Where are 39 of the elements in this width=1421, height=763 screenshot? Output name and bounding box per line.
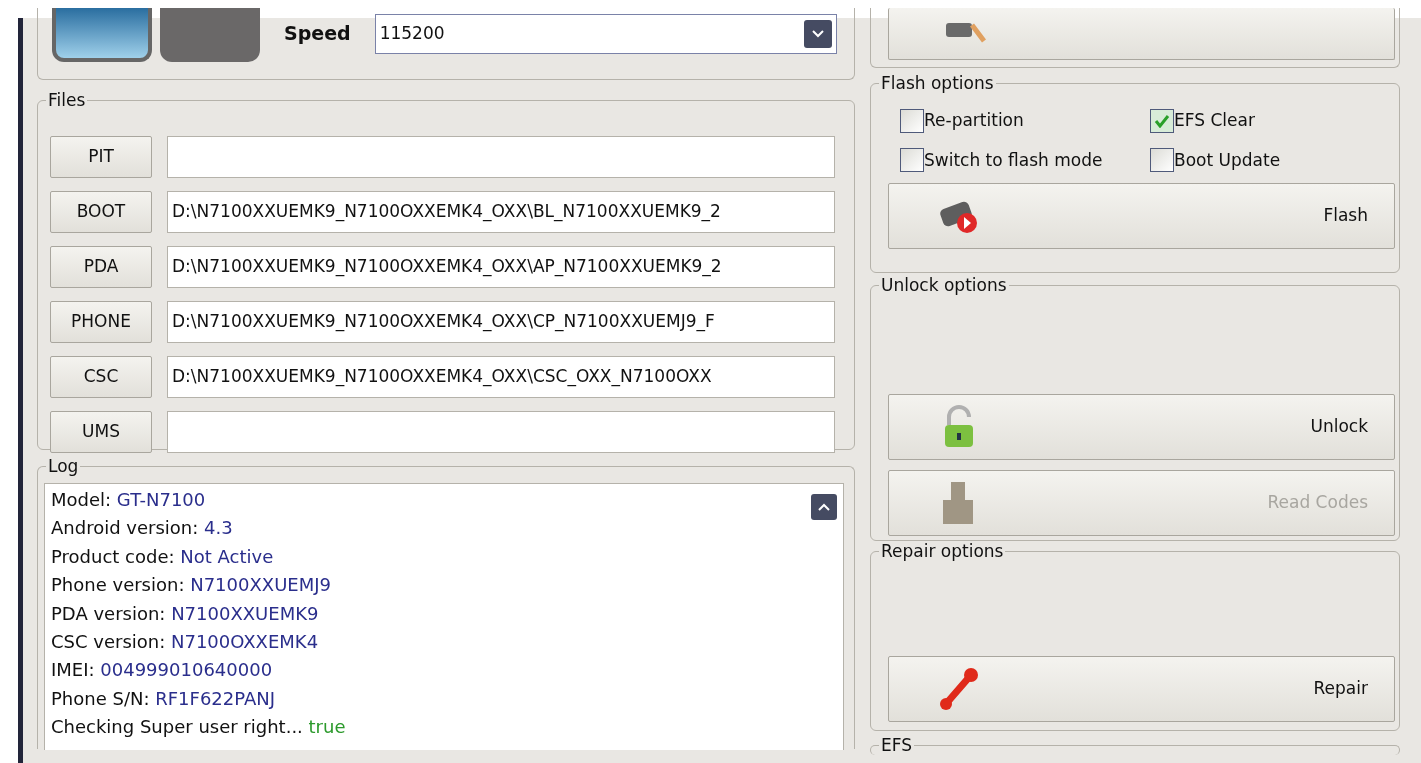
log-line: Phone version: N7100XXUEMJ9 [51, 573, 332, 598]
wrench-icon [939, 667, 979, 711]
tool-button[interactable] [888, 8, 1395, 60]
checkbox[interactable]: Boot Update [1150, 147, 1350, 173]
speed-dropdown[interactable]: 115200 [374, 13, 837, 54]
scroll-up-icon[interactable] [811, 494, 837, 520]
file-select-button[interactable]: PDA [50, 245, 152, 288]
log-line: Phone S/N: RF1F622PANJ [51, 686, 277, 711]
file-select-button[interactable]: CSC [50, 355, 152, 398]
file-path-field[interactable] [167, 135, 835, 178]
log-line: Checking Super user right... true [51, 715, 346, 740]
log-line: Android version: 4.3 [51, 516, 234, 541]
group-title: Flash options [879, 73, 996, 94]
file-path-field[interactable] [167, 410, 835, 453]
log-line: Model: GT-N7100 [51, 488, 207, 512]
tool-icon [944, 22, 988, 45]
file-select-button[interactable]: BOOT [50, 190, 152, 233]
repair-button[interactable]: Repair [888, 656, 1395, 722]
checkbox[interactable]: Switch to flash mode [900, 147, 1150, 173]
log-line: PDA version: N7100XXUEMK9 [51, 601, 320, 626]
file-select-button[interactable]: UMS [50, 410, 152, 453]
group-title: Unlock options [879, 275, 1009, 296]
log-line: Product code: Not Active [51, 544, 275, 569]
log-line: IMEI: 004999010640000 [51, 658, 274, 683]
file-path-field[interactable]: D:\N7100XXUEMK9_N7100OXXEMK4_OXX\CSC_OXX_N7100OXX [167, 355, 835, 398]
flash-button[interactable]: Flash [888, 183, 1395, 249]
file-select-button[interactable]: PHONE [50, 300, 152, 343]
file-path-field[interactable]: D:\N7100XXUEMK9_N7100OXXEMK4_OXX\CP_N7100XXUEMJ9_F [167, 300, 835, 343]
log-line: CSC version: N7100OXXEMK4 [51, 630, 320, 655]
check-icon [1154, 113, 1170, 128]
group-title: Repair options [879, 541, 1006, 562]
checkbox[interactable]: EFS Clear [1150, 108, 1350, 134]
speed-label: Speed [284, 21, 351, 47]
file-select-button[interactable]: PIT [50, 135, 152, 178]
checkbox[interactable]: Re-partition [900, 108, 1150, 134]
unlock-button[interactable]: Unlock [888, 394, 1395, 460]
file-path-field[interactable]: D:\N7100XXUEMK9_N7100OXXEMK4_OXX\BL_N7100XXUEMK9_2 [167, 190, 835, 233]
file-path-field[interactable]: D:\N7100XXUEMK9_N7100OXXEMK4_OXX\AP_N7100XXUEMK9_2 [167, 245, 835, 288]
group-title: Log [46, 456, 81, 477]
